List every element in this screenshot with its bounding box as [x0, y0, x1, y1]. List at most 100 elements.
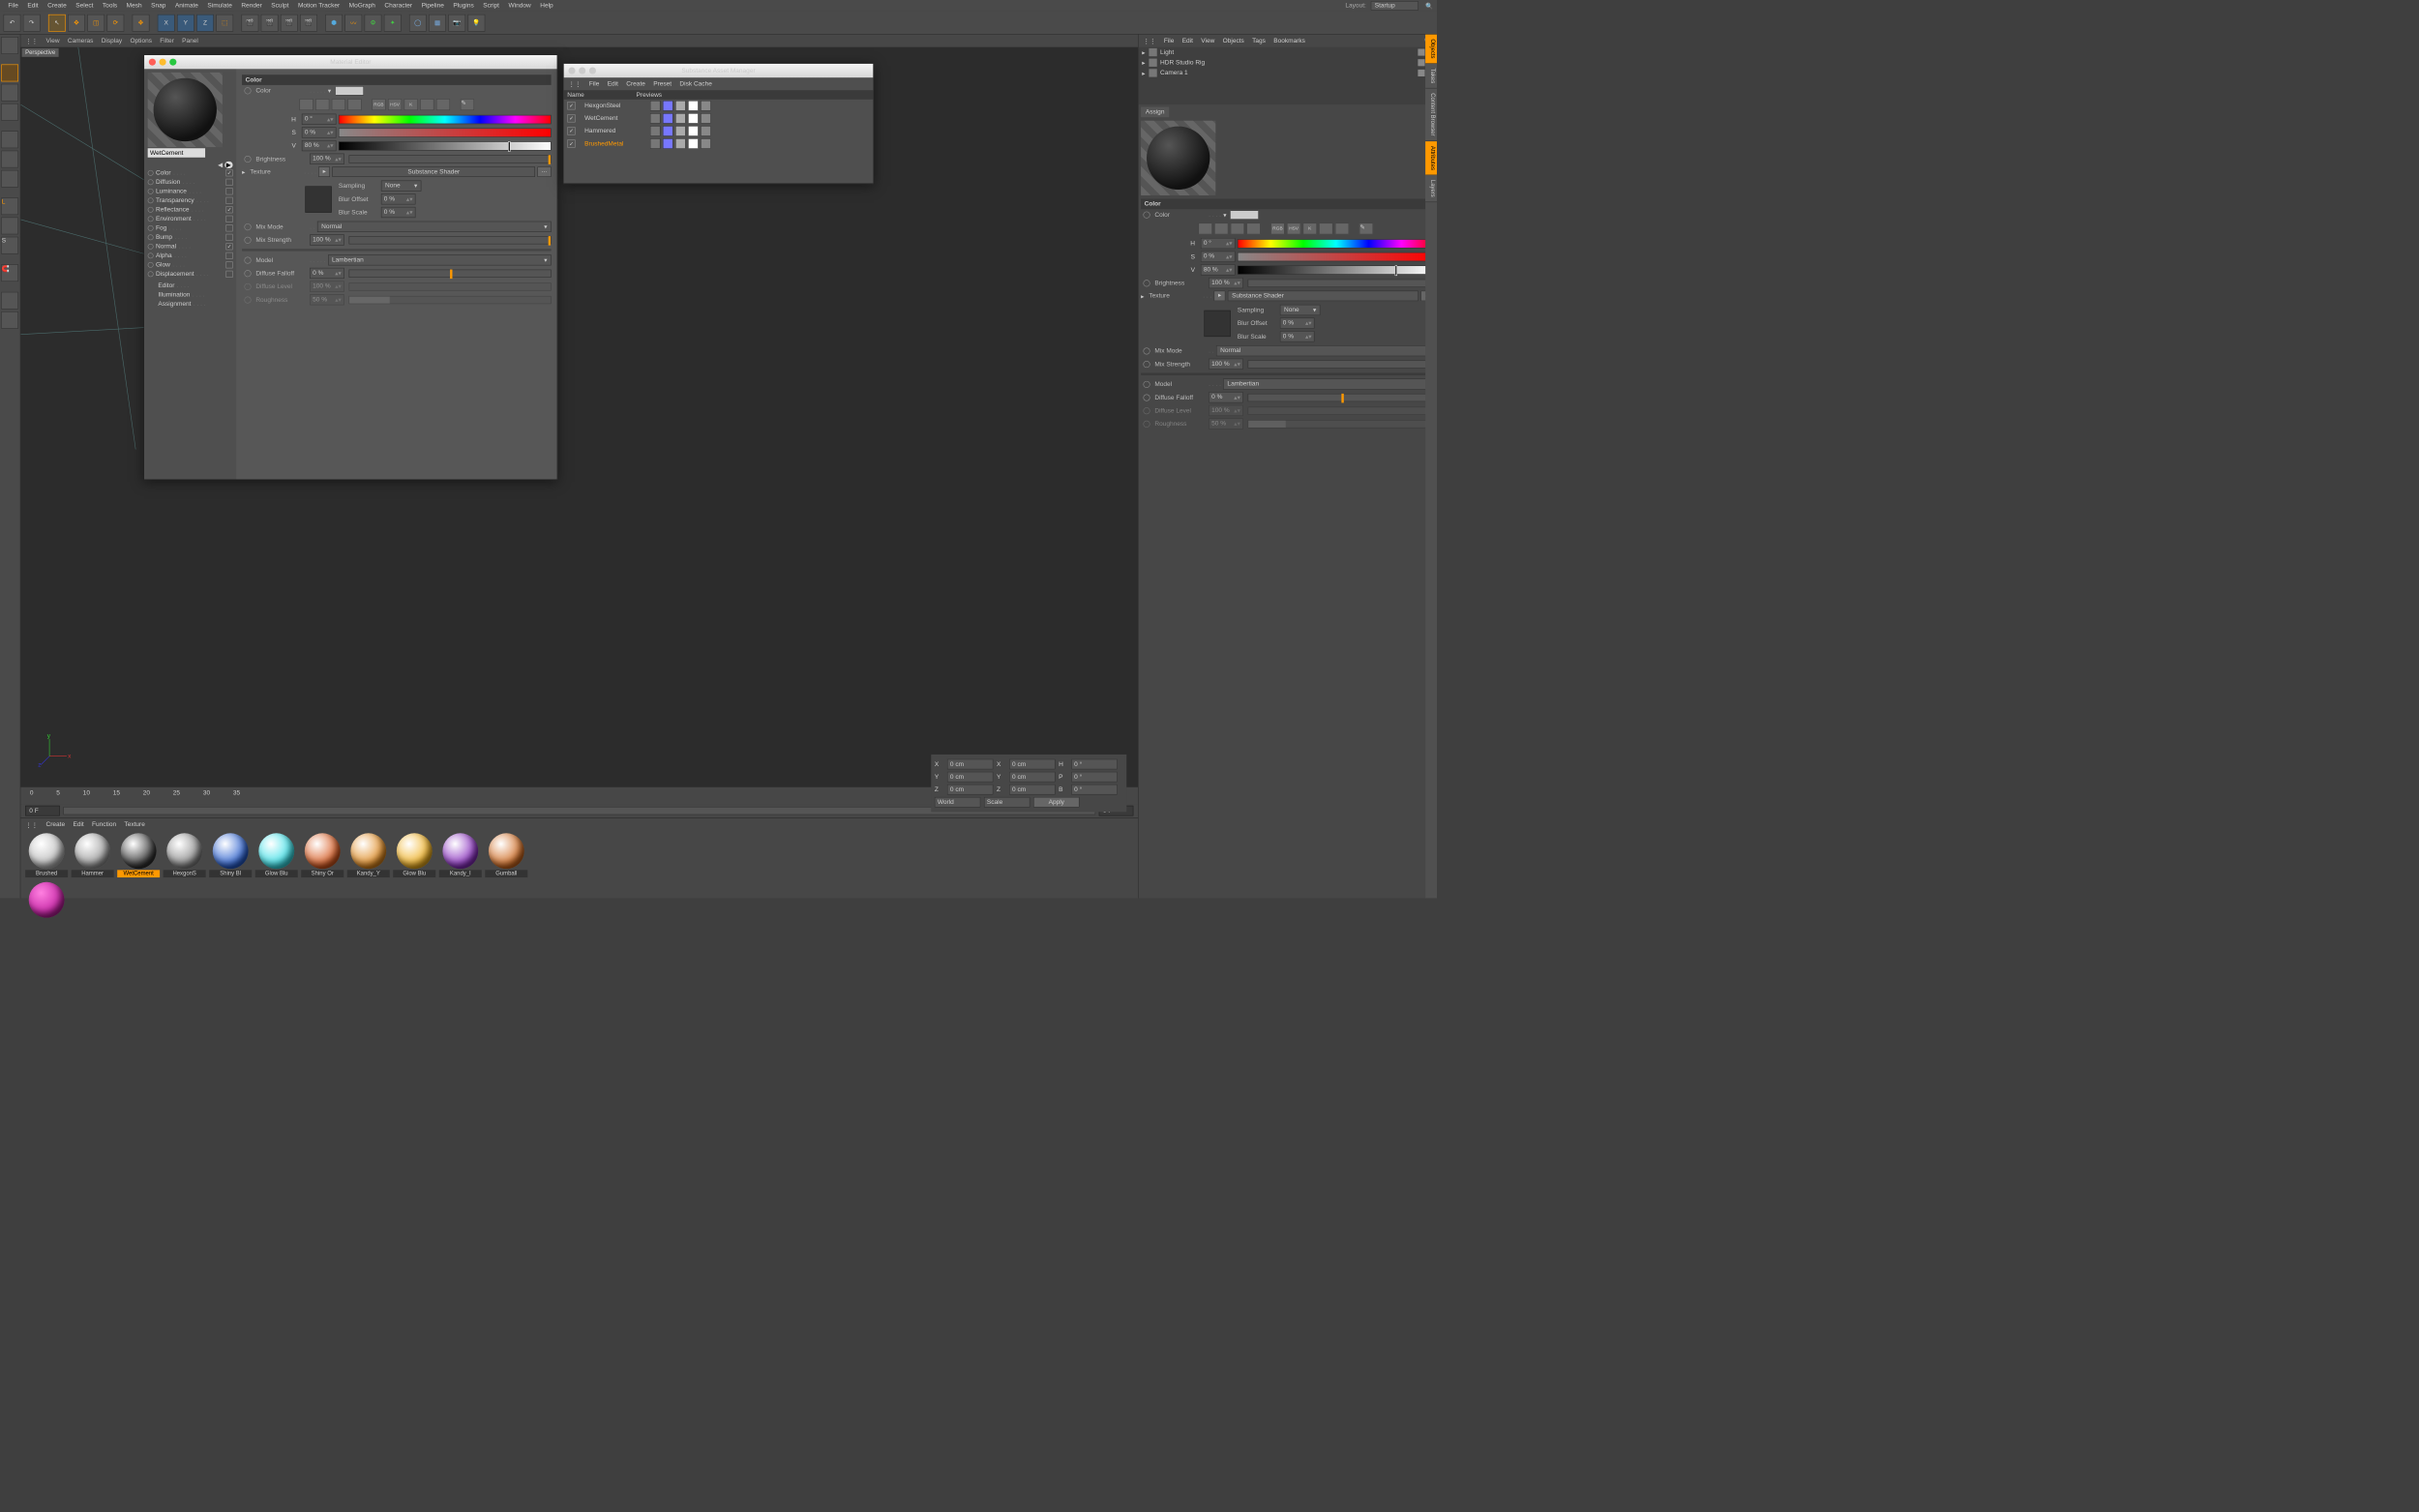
- picture-icon[interactable]: [1246, 222, 1260, 234]
- menu-character[interactable]: Character: [380, 1, 417, 11]
- kelvin-button[interactable]: K: [404, 99, 418, 110]
- material-swatch[interactable]: [25, 882, 68, 918]
- menu-mograph[interactable]: MoGraph: [344, 1, 380, 11]
- assign-tab[interactable]: Assign: [1141, 106, 1169, 117]
- add-camera[interactable]: 📷: [448, 15, 465, 32]
- texture-play-icon[interactable]: ▸: [1214, 291, 1226, 302]
- wheel-icon[interactable]: [1214, 222, 1228, 234]
- mixstrength-field[interactable]: 100 %▴▾: [310, 234, 344, 245]
- objmenu-edit[interactable]: Edit: [1182, 38, 1193, 44]
- sammenu-create[interactable]: Create: [626, 80, 645, 87]
- frame-start[interactable]: 0 F: [25, 806, 60, 816]
- asset-row[interactable]: HexgonSteel: [564, 100, 874, 112]
- hsv-button[interactable]: HSV: [1287, 222, 1300, 234]
- picture-icon[interactable]: [347, 99, 361, 110]
- brightness-slider[interactable]: [1248, 279, 1435, 286]
- objmenu-file[interactable]: File: [1164, 38, 1175, 44]
- hue-slider[interactable]: [1238, 239, 1435, 249]
- menu-render[interactable]: Render: [237, 1, 267, 11]
- sampling-dropdown[interactable]: None▾: [1280, 305, 1321, 315]
- material-swatch[interactable]: HexgonS: [164, 833, 206, 877]
- polygons-mode[interactable]: [1, 170, 18, 188]
- bluroffset-field[interactable]: 0 %▴▾: [1280, 317, 1315, 328]
- move-tool[interactable]: ✥: [68, 15, 85, 32]
- menu-window[interactable]: Window: [504, 1, 536, 11]
- spectrum-icon[interactable]: [1231, 222, 1244, 234]
- channel-bump[interactable]: Bump. . . .: [148, 233, 233, 243]
- add-spline[interactable]: 〰: [344, 15, 362, 32]
- tab-content-browser[interactable]: Content Browser: [1425, 88, 1437, 140]
- matmenu-create[interactable]: Create: [46, 821, 66, 828]
- sammenu-disk-cache[interactable]: Disk Cache: [679, 80, 711, 87]
- model-dropdown[interactable]: Lambertian▾: [328, 254, 552, 265]
- sampling-dropdown[interactable]: None▾: [381, 181, 422, 192]
- menu-plugins[interactable]: Plugins: [449, 1, 479, 11]
- matmenu-function[interactable]: Function: [92, 821, 116, 828]
- falloff-slider[interactable]: [349, 269, 552, 277]
- menu-create[interactable]: Create: [43, 1, 71, 11]
- rgb-button[interactable]: RGB: [1270, 222, 1284, 234]
- edges-mode[interactable]: [1, 151, 18, 168]
- mixer-icon[interactable]: [420, 99, 433, 110]
- sammenu-edit[interactable]: Edit: [608, 80, 618, 87]
- material-swatch[interactable]: WetCement: [117, 833, 160, 877]
- rotate-tool[interactable]: ⟳: [106, 15, 124, 32]
- tab-layers[interactable]: Layers: [1425, 175, 1437, 202]
- menu-motion-tracker[interactable]: Motion Tracker: [293, 1, 344, 11]
- model-dropdown[interactable]: Lambertian▾: [1223, 378, 1434, 389]
- mixstrength-slider[interactable]: [349, 236, 552, 244]
- menu-pipeline[interactable]: Pipeline: [417, 1, 449, 11]
- menu-animate[interactable]: Animate: [170, 1, 202, 11]
- color-swatch[interactable]: [1230, 210, 1259, 220]
- menu-help[interactable]: Help: [535, 1, 557, 11]
- asset-row[interactable]: Hammered: [564, 125, 874, 137]
- close-icon[interactable]: [568, 67, 575, 74]
- eyedropper-icon[interactable]: ✎: [461, 99, 474, 110]
- arrow-left-icon[interactable]: ◀: [218, 162, 223, 168]
- material-swatch[interactable]: Brushed: [25, 833, 68, 877]
- matmenu-edit[interactable]: Edit: [73, 821, 83, 828]
- kelvin-button[interactable]: K: [1303, 222, 1317, 234]
- add-deformer[interactable]: ✦: [384, 15, 402, 32]
- objmenu-objects[interactable]: Objects: [1223, 38, 1244, 44]
- menu-edit[interactable]: Edit: [23, 1, 44, 11]
- swatches-icon[interactable]: [1335, 222, 1349, 234]
- falloff-field[interactable]: 0 %▴▾: [1209, 392, 1243, 402]
- tweak-mode[interactable]: [1, 218, 18, 235]
- texture-more-button[interactable]: ...: [537, 166, 551, 177]
- swatches-icon[interactable]: [436, 99, 450, 110]
- sammenu-file[interactable]: File: [589, 80, 600, 87]
- channel-illumination[interactable]: Illumination. . . .: [148, 290, 233, 300]
- mixstrength-field[interactable]: 100 %▴▾: [1209, 359, 1243, 370]
- mixstrength-slider[interactable]: [1248, 360, 1435, 368]
- menu-tools[interactable]: Tools: [98, 1, 122, 11]
- val-slider[interactable]: [1238, 265, 1435, 275]
- render-region[interactable]: 🎬: [261, 15, 279, 32]
- viewmenu-panel[interactable]: Panel: [182, 38, 198, 44]
- points-mode[interactable]: [1, 131, 18, 148]
- val-field[interactable]: 80 %▴▾: [1201, 264, 1236, 275]
- material-swatch[interactable]: Shiny Bl: [209, 833, 252, 877]
- viewmenu-filter[interactable]: Filter: [160, 38, 174, 44]
- brightness-field[interactable]: 100 %▴▾: [310, 154, 344, 164]
- falloff-slider[interactable]: [1248, 394, 1435, 401]
- texture-shader-button[interactable]: Substance Shader: [333, 166, 535, 177]
- blurscale-field[interactable]: 0 %▴▾: [1280, 331, 1315, 341]
- texture-play-icon[interactable]: ▸: [318, 166, 330, 177]
- blurscale-field[interactable]: 0 %▴▾: [381, 207, 416, 218]
- sat-field[interactable]: 0 %▴▾: [302, 127, 337, 137]
- menu-script[interactable]: Script: [479, 1, 504, 11]
- material-swatch[interactable]: Glow Blu: [255, 833, 298, 877]
- x-lock[interactable]: X: [158, 15, 175, 32]
- tab-attributes[interactable]: Attributes: [1425, 141, 1437, 175]
- coord-world-dropdown[interactable]: World: [935, 797, 981, 808]
- layout-dropdown[interactable]: Startup: [1371, 1, 1419, 11]
- add-cube[interactable]: ⬢: [325, 15, 343, 32]
- channel-reflectance[interactable]: Reflectance. . . .: [148, 205, 233, 215]
- object-row[interactable]: ▸Light✓: [1139, 47, 1437, 58]
- z-lock[interactable]: Z: [196, 15, 214, 32]
- hue-field[interactable]: 0 °▴▾: [302, 114, 337, 125]
- sat-field[interactable]: 0 %▴▾: [1201, 252, 1236, 262]
- brightness-field[interactable]: 100 %▴▾: [1209, 278, 1243, 288]
- sat-slider[interactable]: [1238, 252, 1435, 261]
